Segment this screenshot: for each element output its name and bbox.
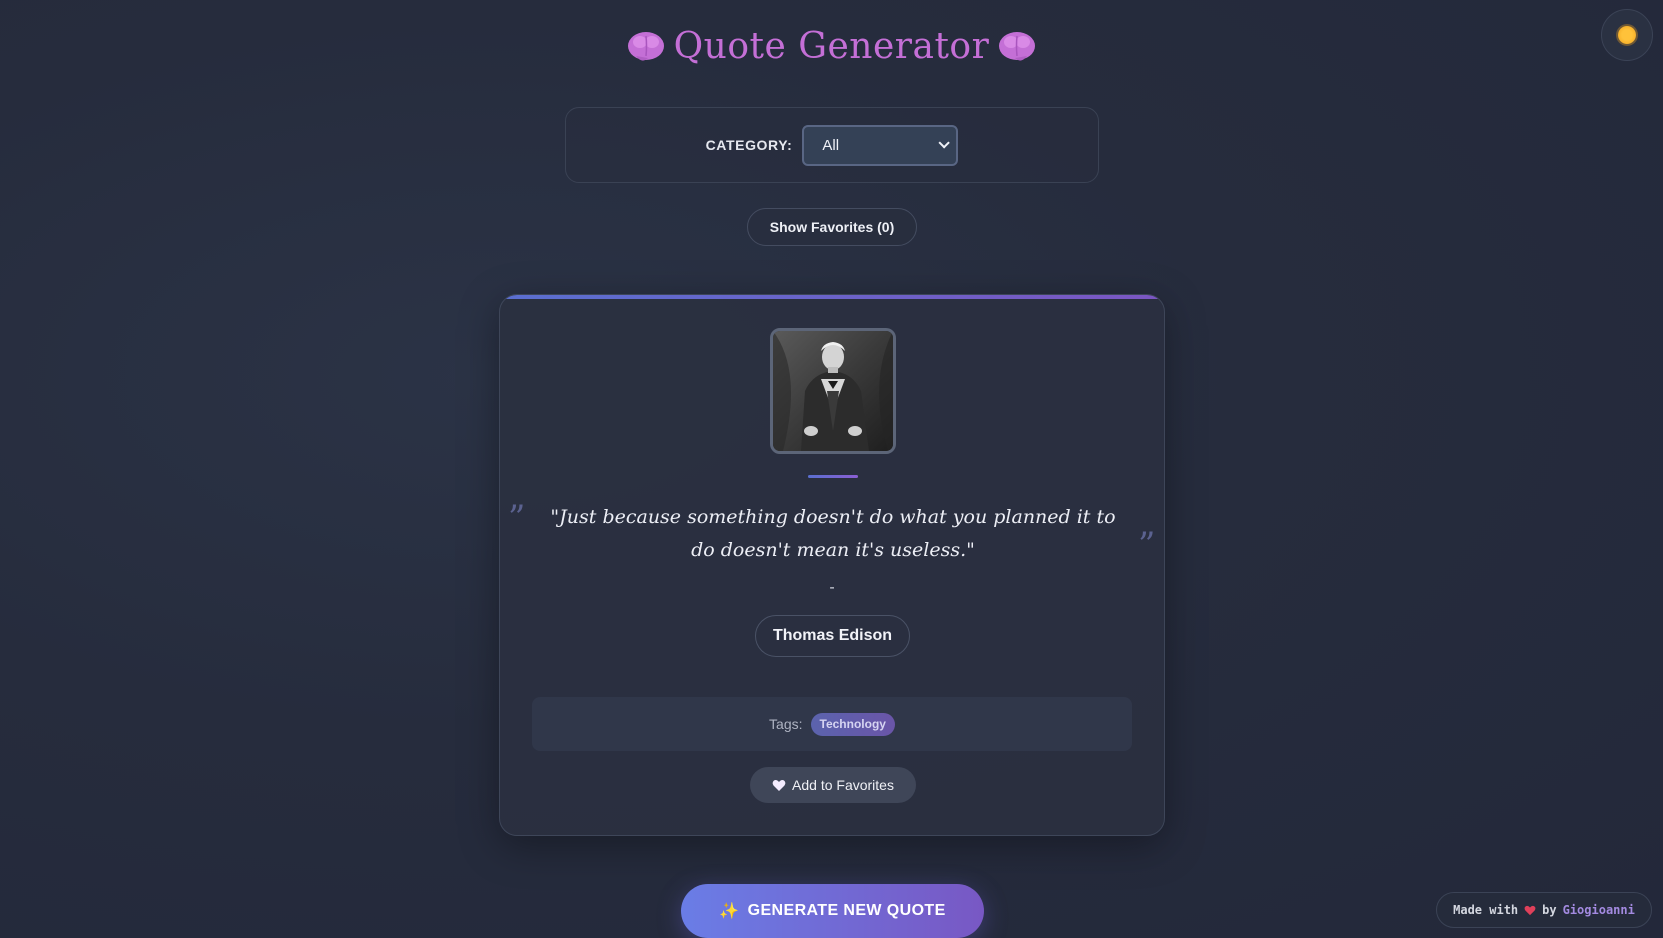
tags-panel: Tags: Technology [532,697,1132,751]
credit-made-with: Made with [1453,903,1519,917]
add-to-favorites-button[interactable]: Add to Favorites [750,767,916,803]
open-quote-mark: ” [508,498,526,538]
quote-card: ” "Just because something doesn't do wha… [499,294,1165,836]
tags-label: Tags: [769,716,803,732]
quote-text: "Just because something doesn't do what … [550,506,1116,561]
footer-credit: Made with by Giogioanni [1436,892,1652,928]
card-accent-bar [500,295,1164,299]
category-label: CATEGORY: [705,137,793,153]
author-name: Thomas Edison [755,615,910,657]
theme-toggle-button[interactable] [1601,9,1653,61]
heart-icon [1524,905,1536,915]
page-title: Quote Generator [0,26,1663,67]
brain-icon [626,30,666,64]
credit-by: by [1542,903,1557,917]
credit-author-link[interactable]: Giogioanni [1563,903,1635,917]
author-portrait [770,328,896,454]
sparkles-icon: ✨ [719,903,740,920]
show-favorites-button[interactable]: Show Favorites (0) [747,208,917,246]
category-select[interactable]: All [802,124,959,166]
generate-quote-label: GENERATE NEW QUOTE [747,902,946,919]
author-dash: - [829,579,835,596]
chevron-down-icon [938,137,951,149]
category-selected-value: All [822,136,840,154]
portrait-divider [808,475,858,478]
close-quote-mark: ” [1138,525,1156,565]
category-panel: CATEGORY: All [565,107,1099,183]
generate-quote-button[interactable]: ✨ GENERATE NEW QUOTE [681,884,984,938]
add-to-favorites-label: Add to Favorites [792,777,894,793]
tag-pill[interactable]: Technology [810,712,895,736]
sun-icon [1618,26,1636,44]
heart-icon [772,779,786,791]
brain-icon [997,30,1037,64]
page-title-text: Quote Generator [673,26,990,67]
